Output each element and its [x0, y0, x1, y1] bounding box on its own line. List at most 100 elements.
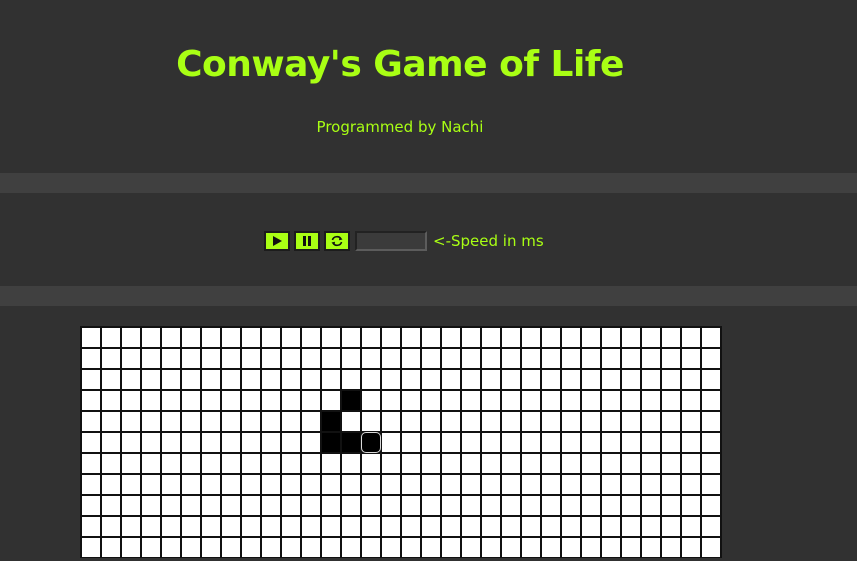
board-cell[interactable] [402, 391, 420, 410]
board-cell[interactable] [82, 517, 100, 536]
board-cell[interactable] [242, 517, 260, 536]
board-cell[interactable] [282, 370, 300, 389]
board-cell[interactable] [662, 496, 680, 515]
board-cell[interactable] [162, 454, 180, 473]
board-cell[interactable] [562, 349, 580, 368]
board-cell[interactable] [602, 370, 620, 389]
board-cell[interactable] [502, 496, 520, 515]
board-cell[interactable] [142, 538, 160, 557]
board-cell[interactable] [262, 475, 280, 494]
board-cell[interactable] [422, 454, 440, 473]
board-cell[interactable] [282, 391, 300, 410]
speed-input[interactable] [355, 231, 427, 251]
board-cell[interactable] [642, 433, 660, 452]
board-cell[interactable] [242, 454, 260, 473]
board-cell[interactable] [482, 391, 500, 410]
board-cell[interactable] [702, 538, 720, 557]
board-cell[interactable] [522, 454, 540, 473]
board-cell[interactable] [122, 433, 140, 452]
board-cell[interactable] [602, 496, 620, 515]
board-cell[interactable] [622, 517, 640, 536]
board-cell[interactable] [102, 538, 120, 557]
board-cell[interactable] [662, 433, 680, 452]
board-cell[interactable] [542, 391, 560, 410]
board-cell-alive[interactable] [342, 391, 360, 410]
board-cell[interactable] [322, 391, 340, 410]
board-cell[interactable] [422, 349, 440, 368]
board-cell[interactable] [182, 433, 200, 452]
board-cell[interactable] [622, 412, 640, 431]
board-cell[interactable] [662, 475, 680, 494]
board-cell[interactable] [422, 538, 440, 557]
board-cell[interactable] [502, 517, 520, 536]
board-cell[interactable] [182, 349, 200, 368]
board-cell[interactable] [122, 370, 140, 389]
board-cell[interactable] [262, 517, 280, 536]
board-cell[interactable] [682, 454, 700, 473]
board-cell[interactable] [82, 538, 100, 557]
board-cell[interactable] [362, 517, 380, 536]
board-cell[interactable] [162, 370, 180, 389]
board-cell[interactable] [322, 496, 340, 515]
board-cell[interactable] [162, 349, 180, 368]
board-cell[interactable] [462, 433, 480, 452]
board-cell[interactable] [162, 496, 180, 515]
board-cell[interactable] [482, 454, 500, 473]
board-cell[interactable] [142, 412, 160, 431]
board-cell[interactable] [642, 349, 660, 368]
board-cell[interactable] [702, 496, 720, 515]
board-cell[interactable] [302, 496, 320, 515]
board-cell[interactable] [322, 454, 340, 473]
board-cell[interactable] [522, 433, 540, 452]
board-cell[interactable] [302, 412, 320, 431]
board-cell[interactable] [102, 349, 120, 368]
board-cell[interactable] [682, 475, 700, 494]
board-cell[interactable] [202, 412, 220, 431]
board-cell[interactable] [382, 328, 400, 347]
board-cell[interactable] [182, 454, 200, 473]
board-cell[interactable] [202, 475, 220, 494]
board-cell[interactable] [282, 496, 300, 515]
board-cell[interactable] [522, 370, 540, 389]
board-cell[interactable] [522, 475, 540, 494]
board-cell[interactable] [702, 454, 720, 473]
board-cell[interactable] [282, 538, 300, 557]
board-cell[interactable] [162, 433, 180, 452]
board-cell[interactable] [322, 328, 340, 347]
board-cell[interactable] [122, 517, 140, 536]
board-cell[interactable] [102, 475, 120, 494]
board-cell[interactable] [662, 349, 680, 368]
board-cell-alive[interactable] [342, 433, 360, 452]
board-cell[interactable] [342, 538, 360, 557]
board-cell[interactable] [542, 370, 560, 389]
board-cell[interactable] [542, 349, 560, 368]
board-cell[interactable] [102, 433, 120, 452]
board-cell[interactable] [162, 538, 180, 557]
board-cell[interactable] [462, 454, 480, 473]
board-cell[interactable] [582, 412, 600, 431]
board-cell[interactable] [402, 328, 420, 347]
board-cell[interactable] [242, 475, 260, 494]
board-cell[interactable] [522, 328, 540, 347]
board-cell-alive[interactable] [362, 433, 380, 452]
board-cell[interactable] [82, 412, 100, 431]
board-cell[interactable] [462, 517, 480, 536]
board-cell[interactable] [142, 349, 160, 368]
board-cell[interactable] [222, 454, 240, 473]
board-cell[interactable] [502, 370, 520, 389]
board-cell[interactable] [302, 370, 320, 389]
board-cell[interactable] [282, 328, 300, 347]
board-cell[interactable] [362, 454, 380, 473]
play-button[interactable] [264, 231, 290, 251]
board-cell[interactable] [662, 454, 680, 473]
board-cell[interactable] [442, 454, 460, 473]
board-cell[interactable] [102, 517, 120, 536]
board-cell[interactable] [382, 412, 400, 431]
board-cell[interactable] [622, 475, 640, 494]
board-cell[interactable] [642, 517, 660, 536]
board-cell[interactable] [682, 496, 700, 515]
board-cell[interactable] [382, 433, 400, 452]
board-cell[interactable] [382, 454, 400, 473]
board-cell[interactable] [362, 475, 380, 494]
board-cell[interactable] [302, 391, 320, 410]
